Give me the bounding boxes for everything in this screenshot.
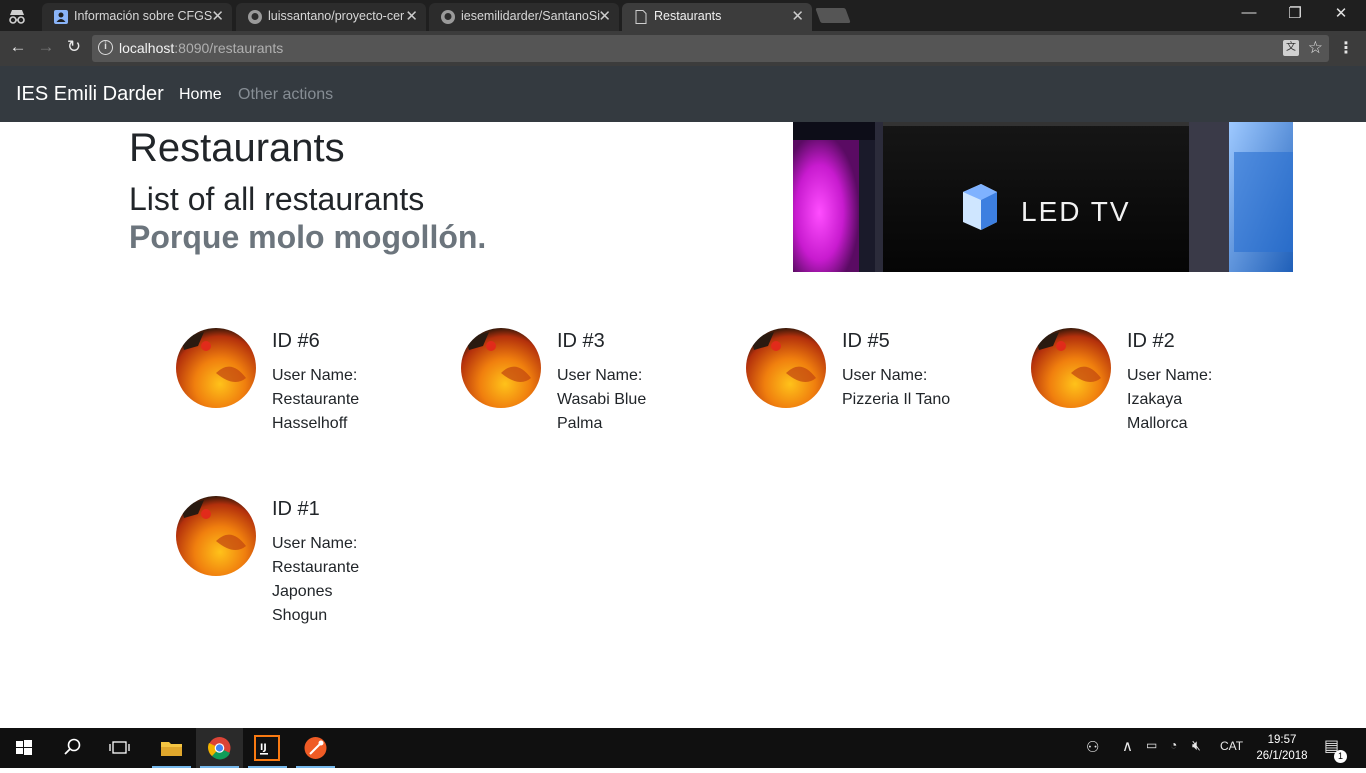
translate-icon[interactable]: 文	[1283, 40, 1299, 56]
url-text[interactable]: localhost:8090/restaurants	[119, 40, 283, 56]
user-name-label: User Name:	[272, 367, 358, 384]
wifi-icon[interactable]: ◔	[1170, 738, 1177, 752]
restaurant-avatar	[461, 328, 541, 408]
site-navbar: IES Emili Darder Home Other actions	[0, 66, 1366, 122]
menu-dots-icon[interactable]: ⋮	[1338, 38, 1354, 58]
address-bar[interactable]: i localhost:8090/restaurants 文 ☆	[92, 35, 1329, 62]
page-title: Restaurants	[129, 126, 345, 170]
restaurant-id: ID #5	[842, 330, 890, 352]
file-explorer-icon[interactable]	[148, 728, 195, 768]
task-view-icon[interactable]	[96, 728, 143, 768]
github-icon	[248, 10, 262, 24]
back-arrow-icon[interactable]: ←	[6, 37, 30, 57]
tab-restaurants[interactable]: Restaurants ✕	[622, 3, 812, 31]
info-icon[interactable]: i	[98, 40, 113, 55]
user-name-label: User Name:	[842, 367, 928, 384]
windows-start-icon[interactable]	[0, 728, 47, 768]
user-name-value: Restaurante Japones Shogun	[272, 559, 360, 624]
browser-tab-strip: Información sobre CFGS ✕ luissantano/pro…	[0, 0, 1366, 31]
restaurant-avatar	[1031, 328, 1111, 408]
url-path: :8090/restaurants	[174, 40, 284, 56]
language-indicator[interactable]: CAT	[1220, 739, 1243, 753]
restaurant-avatar	[176, 328, 256, 408]
banner-text: LED TV	[1021, 196, 1131, 227]
tab-cfgs[interactable]: Información sobre CFGS ✕	[42, 3, 232, 31]
close-window-icon[interactable]: ✕	[1318, 4, 1364, 22]
clock[interactable]: 19:57 26/1/2018	[1254, 732, 1310, 764]
user-name-value: Wasabi Blue Palma	[557, 391, 647, 432]
clock-time: 19:57	[1267, 734, 1297, 746]
close-icon[interactable]: ✕	[791, 7, 804, 25]
user-name-label: User Name:	[557, 367, 643, 384]
tab-github-iesemilidarder[interactable]: iesemilidarder/SantanoSi ✕	[429, 3, 619, 31]
tab-title: Información sobre CFGS	[74, 9, 213, 23]
user-name-value: Restaurante Hasselhoff	[272, 391, 360, 432]
navbar-brand[interactable]: IES Emili Darder	[16, 83, 164, 106]
tab-title: luissantano/proyecto-cer	[268, 9, 405, 23]
led-tv-logo	[963, 184, 997, 230]
user-name-value: Pizzeria Il Tano	[842, 391, 951, 408]
user-name-label: User Name:	[272, 535, 358, 552]
tab-github-luissantano[interactable]: luissantano/proyecto-cer ✕	[236, 3, 426, 31]
restore-icon[interactable]: ❐	[1272, 4, 1318, 22]
postman-icon[interactable]	[292, 728, 339, 768]
chevron-up-icon[interactable]: ∧	[1122, 737, 1133, 755]
page-tagline: Porque molo mogollón.	[129, 219, 487, 255]
banner-graphic: LED TV	[793, 122, 1293, 272]
url-host: localhost	[119, 40, 175, 56]
close-icon[interactable]: ✕	[211, 7, 224, 25]
tab-title: Restaurants	[654, 9, 722, 23]
minimize-icon[interactable]: —	[1226, 4, 1272, 21]
browser-toolbar: ← → ↻ i localhost:8090/restaurants 文 ☆ ⋮	[0, 31, 1366, 66]
svg-text:IJ: IJ	[260, 743, 267, 753]
restaurant-id: ID #1	[272, 498, 320, 520]
restaurant-id: ID #3	[557, 330, 605, 352]
volume-muted-icon[interactable]: 🔇︎	[1192, 737, 1201, 754]
page-subtitle: List of all restaurants	[129, 181, 425, 217]
nav-link-home[interactable]: Home	[179, 86, 222, 104]
chrome-icon[interactable]	[196, 728, 243, 768]
search-icon[interactable]	[48, 728, 95, 768]
restaurant-id: ID #2	[1127, 330, 1175, 352]
page-icon	[635, 10, 647, 24]
intellij-icon[interactable]: IJ	[244, 728, 291, 768]
new-tab-button[interactable]	[815, 8, 851, 23]
contact-icon	[54, 10, 68, 24]
close-icon[interactable]: ✕	[405, 7, 418, 25]
close-icon[interactable]: ✕	[598, 7, 611, 25]
forward-arrow-icon[interactable]: →	[34, 37, 58, 57]
notification-count-badge: 1	[1334, 750, 1347, 763]
nav-link-other-actions[interactable]: Other actions	[238, 86, 333, 104]
restaurant-avatar	[176, 496, 256, 576]
clock-date: 26/1/2018	[1256, 750, 1308, 762]
bookmark-star-icon[interactable]: ☆	[1308, 38, 1323, 58]
header-banner-image: LED TV	[793, 122, 1293, 272]
windows-taskbar: IJ ⚇ ∧ ▭ ◔ 🔇︎ CAT 19:57 26/1/2018 ▤ 1	[0, 728, 1366, 768]
restaurant-avatar	[746, 328, 826, 408]
reload-icon[interactable]: ↻	[62, 37, 86, 57]
github-icon	[441, 10, 455, 24]
people-icon[interactable]: ⚇	[1086, 738, 1099, 756]
user-name-label: User Name:	[1127, 367, 1213, 384]
user-name-value: Izakaya Mallorca	[1127, 391, 1188, 432]
restaurant-id: ID #6	[272, 330, 320, 352]
incognito-icon	[9, 10, 25, 24]
battery-icon[interactable]: ▭	[1146, 738, 1157, 752]
tab-title: iesemilidarder/SantanoSi	[461, 9, 600, 23]
